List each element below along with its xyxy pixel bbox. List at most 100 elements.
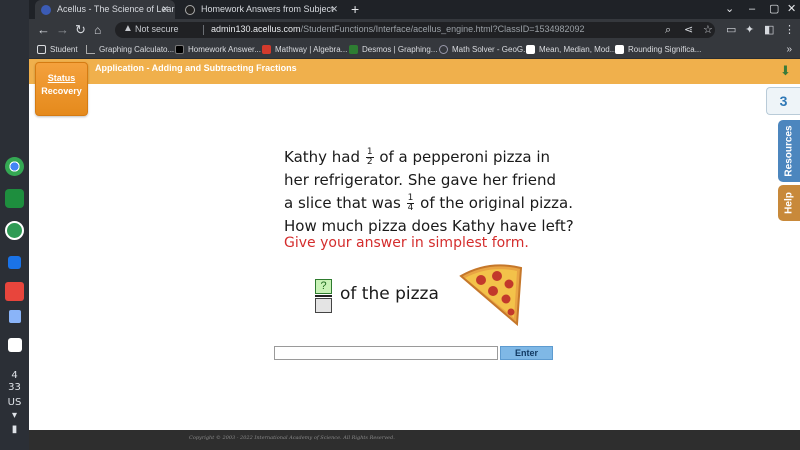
homework-icon	[175, 45, 184, 54]
files-app-icon[interactable]	[8, 256, 21, 269]
lesson-header-bar: Application - Adding and Subtracting Fra…	[29, 59, 800, 84]
back-icon[interactable]: ←	[37, 21, 50, 39]
question-line: Kathy had 12 of a pepperoni pizza in	[284, 146, 584, 169]
status-label: Status	[47, 73, 76, 83]
tab-title: Homework Answers from Subject	[201, 4, 334, 14]
url-text[interactable]: admin130.acellus.com/StudentFunctions/In…	[211, 24, 585, 34]
classroom-app-icon[interactable]	[5, 189, 24, 208]
help-label: Help	[783, 192, 795, 214]
answer-denominator-box[interactable]	[315, 298, 332, 313]
home-icon[interactable]: ⌂	[94, 21, 101, 39]
question-line: a slice that was 14 of the original pizz…	[284, 192, 584, 215]
clock-minute[interactable]: 33	[0, 382, 29, 393]
graph-icon	[86, 45, 95, 54]
minimize-icon[interactable]: –	[749, 0, 755, 19]
battery-icon[interactable]: ▮	[0, 424, 29, 435]
status-value: Recovery	[41, 86, 82, 96]
question-fragment: a slice that was	[284, 194, 401, 212]
status-button[interactable]: Status Recovery	[35, 62, 88, 116]
desmos-icon	[349, 45, 358, 54]
lemon-app-icon[interactable]	[5, 221, 24, 240]
bookmark-label: Student	[50, 45, 78, 54]
chrome-app-icon[interactable]	[5, 157, 24, 176]
lesson-title: Application - Adding and Subtracting Fra…	[95, 63, 297, 73]
forward-icon[interactable]: →	[56, 21, 69, 39]
tab-title: Acellus - The Science of Learning	[57, 4, 175, 14]
warning-icon[interactable]: ▲	[123, 23, 133, 34]
acellus-page: Application - Adding and Subtracting Fra…	[29, 59, 800, 430]
bookmark-rounding-significant[interactable]: Rounding Significa...	[615, 41, 701, 59]
mathway-icon	[262, 45, 271, 54]
extensions-icon[interactable]: ✦	[745, 21, 754, 39]
enter-button[interactable]: Enter	[500, 346, 553, 360]
close-tab-icon[interactable]: ✕	[161, 0, 169, 19]
close-window-icon[interactable]: ✕	[787, 0, 796, 19]
tab-acellus[interactable]: Acellus - The Science of Learning ✕	[35, 0, 175, 19]
question-count-badge: 3	[766, 87, 800, 115]
pizza-slice-icon	[459, 264, 523, 326]
maximize-icon[interactable]: ▢	[769, 0, 779, 19]
bookmark-label: Math Solver - GeoG...	[452, 45, 530, 54]
bookmark-graphing-calculator[interactable]: Graphing Calculato...	[86, 41, 174, 59]
new-tab-button[interactable]: +	[351, 0, 359, 19]
answer-suffix: of the pizza	[340, 284, 439, 304]
help-tab[interactable]: Help	[778, 185, 800, 221]
share-icon[interactable]: ⋖	[684, 21, 693, 39]
homework-favicon-icon	[185, 5, 195, 15]
bookmark-label: Rounding Significa...	[628, 45, 702, 54]
close-tab-icon[interactable]: ✕	[330, 0, 338, 19]
sigma-icon	[526, 45, 535, 54]
resources-label: Resources	[783, 125, 795, 177]
bookmark-homework-answers[interactable]: Homework Answer...	[175, 41, 261, 59]
url-path: /StudentFunctions/Interface/acellus_engi…	[300, 24, 585, 34]
fraction-one-fourth: 14	[406, 194, 415, 213]
search-icon[interactable]: ⌕	[665, 21, 671, 39]
docs-app-icon[interactable]	[9, 310, 21, 323]
divider	[203, 25, 204, 35]
resources-tab[interactable]: Resources	[778, 120, 800, 182]
tab-search-icon[interactable]: ⌄	[725, 0, 734, 19]
bookmark-label: Homework Answer...	[188, 45, 261, 54]
folder-icon	[37, 45, 46, 54]
acellus-favicon-icon	[41, 5, 51, 15]
geogebra-icon	[439, 45, 448, 54]
fraction-bar	[315, 295, 332, 297]
reload-icon[interactable]: ↻	[75, 21, 86, 39]
tab-homework-answers[interactable]: Homework Answers from Subject ✕	[179, 0, 344, 19]
not-secure-label[interactable]: Not secure	[135, 24, 179, 34]
bookmark-mean-median-mode[interactable]: Mean, Median, Mod...	[526, 41, 616, 59]
bookmark-label: Desmos | Graphing...	[362, 45, 438, 54]
answer-fraction: ?	[315, 279, 332, 313]
question-text: Kathy had 12 of a pepperoni pizza in her…	[284, 146, 584, 238]
cast-icon[interactable]: ▭	[726, 21, 736, 39]
address-bar[interactable]: ▲ Not secure admin130.acellus.com/Studen…	[115, 22, 715, 38]
question-fragment: of the original pizza.	[420, 194, 573, 212]
answer-input[interactable]	[274, 346, 498, 360]
calendar-app-icon[interactable]	[8, 338, 22, 352]
side-panel-icon[interactable]: ◧	[764, 21, 774, 39]
bookmarks-bar: Student Graphing Calculato... Homework A…	[29, 41, 800, 59]
bookmark-label: Mathway | Algebra...	[275, 45, 348, 54]
bookmark-label: Mean, Median, Mod...	[539, 45, 617, 54]
copyright-text: Copyright © 2003 - 2022 International Ac…	[189, 435, 395, 441]
sigma-icon	[615, 45, 624, 54]
bookmark-student[interactable]: Student	[37, 41, 78, 59]
more-bookmarks-icon[interactable]: »	[786, 41, 792, 59]
wifi-icon[interactable]: ▾	[0, 410, 29, 421]
fraction-denominator: 2	[366, 157, 373, 167]
bookmark-desmos[interactable]: Desmos | Graphing...	[349, 41, 437, 59]
page-footer: Copyright © 2003 - 2022 International Ac…	[29, 430, 800, 450]
exit-app-icon[interactable]	[5, 282, 24, 301]
bookmark-label: Graphing Calculato...	[99, 45, 175, 54]
bookmark-star-icon[interactable]: ☆	[703, 21, 713, 39]
tab-strip: Acellus - The Science of Learning ✕ Home…	[29, 0, 800, 19]
download-icon[interactable]: ⬇	[780, 63, 794, 79]
answer-numerator-box[interactable]: ?	[315, 279, 332, 294]
clock-hour[interactable]: 4	[0, 370, 29, 381]
bookmark-geogebra[interactable]: Math Solver - GeoG...	[439, 41, 530, 59]
menu-icon[interactable]: ⋮	[784, 21, 795, 39]
bookmark-mathway[interactable]: Mathway | Algebra...	[262, 41, 347, 59]
fraction-denominator: 4	[407, 203, 414, 213]
question-line: her refrigerator. She gave her friend	[284, 171, 556, 189]
locale-indicator[interactable]: US	[0, 397, 29, 408]
